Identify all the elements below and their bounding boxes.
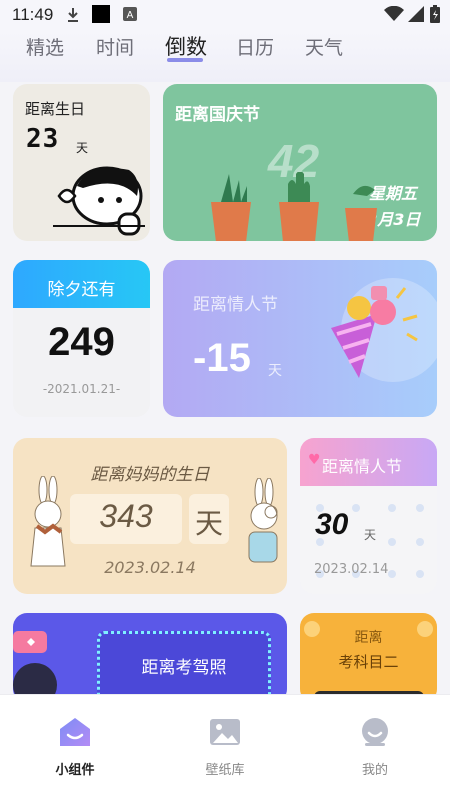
widget-header: 除夕还有: [13, 260, 150, 308]
tab-time[interactable]: 时间: [96, 33, 134, 60]
valentine-small-widget[interactable]: ♥ 距离情人节 30 天 2023.02.14: [300, 438, 437, 594]
countdown-number: 249: [48, 320, 115, 364]
potted-plants-illustration: [211, 172, 377, 241]
tab-calendar[interactable]: 日历: [236, 33, 274, 60]
tab-featured[interactable]: 精选: [26, 33, 64, 60]
widget-title: 距离生日: [25, 100, 86, 118]
app-notification-icon: [92, 5, 110, 23]
widget-title: 距离情人节: [322, 457, 403, 476]
widget-grid: 距离生日 23 天 距离国庆节 42 星期五 02月3日 除夕还有 249 -2…: [0, 82, 450, 694]
countdown-number: 343: [99, 498, 153, 534]
widget-title: 距离国庆节: [175, 105, 260, 125]
nav-widgets[interactable]: 小组件: [30, 717, 120, 778]
widgets-home-icon: [60, 718, 90, 746]
widget-subtitle: 考科目二: [338, 653, 399, 671]
profile-face-icon: [362, 718, 388, 746]
cartoon-character-illustration: [53, 166, 145, 236]
driving-license-widget[interactable]: 距离考驾照: [13, 613, 287, 694]
status-time: 11:49: [12, 5, 54, 24]
widget-title: 距离考驾照: [141, 658, 227, 678]
character-chat-illustration: [13, 631, 57, 694]
nav-label: 我的: [361, 763, 388, 778]
date-label: -2021.01.21-: [42, 382, 121, 396]
tab-countdown[interactable]: 倒数: [165, 31, 207, 61]
bunny-left-illustration: [30, 476, 66, 567]
widget-title: 距离情人节: [193, 295, 278, 315]
countdown-number: -15: [193, 336, 251, 380]
subject-two-widget[interactable]: 距离 考科目二: [300, 613, 437, 694]
mom-birthday-widget[interactable]: 距离妈妈的生日 343 天 2023.02.14: [13, 438, 287, 594]
bottom-navigation: 小组件 壁纸库 我的: [0, 694, 450, 800]
widget-title: 距离: [354, 630, 383, 646]
download-icon: [68, 8, 78, 22]
birthday-widget[interactable]: 距离生日 23 天: [13, 84, 150, 241]
unit-label: 天: [364, 528, 377, 542]
tab-weather[interactable]: 天气: [305, 33, 343, 60]
countdown-number: 23: [26, 124, 60, 154]
nav-label: 小组件: [55, 763, 95, 778]
battery-icon: [430, 5, 440, 23]
widget-header: ♥ 距离情人节: [300, 438, 437, 486]
nav-profile[interactable]: 我的: [330, 717, 420, 778]
unit-label: 天: [268, 363, 282, 379]
wifi-icon: [384, 6, 404, 21]
countdown-number: 30: [315, 508, 349, 541]
status-bar: 11:49 A: [0, 0, 450, 30]
widget-title: 除夕还有: [47, 280, 116, 300]
svg-text:A: A: [127, 10, 134, 21]
bunny-right-illustration: [248, 478, 278, 563]
nav-label: 壁纸库: [205, 763, 245, 778]
a-notification-icon: A: [123, 7, 137, 21]
top-tab-bar: 精选 时间 倒数 日历 天气: [0, 30, 450, 82]
date-label: 2023.02.14: [314, 562, 389, 577]
valentine-countdown-widget[interactable]: 距离情人节 -15 天: [163, 260, 437, 417]
national-day-widget[interactable]: 距离国庆节 42 星期五 02月3日: [163, 84, 437, 241]
unit-label: 天: [194, 507, 223, 540]
nav-wallpapers[interactable]: 壁纸库: [180, 717, 270, 778]
heart-icon: ♥: [308, 452, 321, 468]
wallpaper-image-icon: [210, 719, 240, 745]
new-year-eve-widget[interactable]: 除夕还有 249 -2021.01.21-: [13, 260, 150, 417]
signal-icon: [408, 6, 424, 22]
party-popper-illustration: [331, 278, 437, 382]
unit-label: 天: [76, 141, 89, 155]
active-tab-indicator: [167, 58, 203, 62]
